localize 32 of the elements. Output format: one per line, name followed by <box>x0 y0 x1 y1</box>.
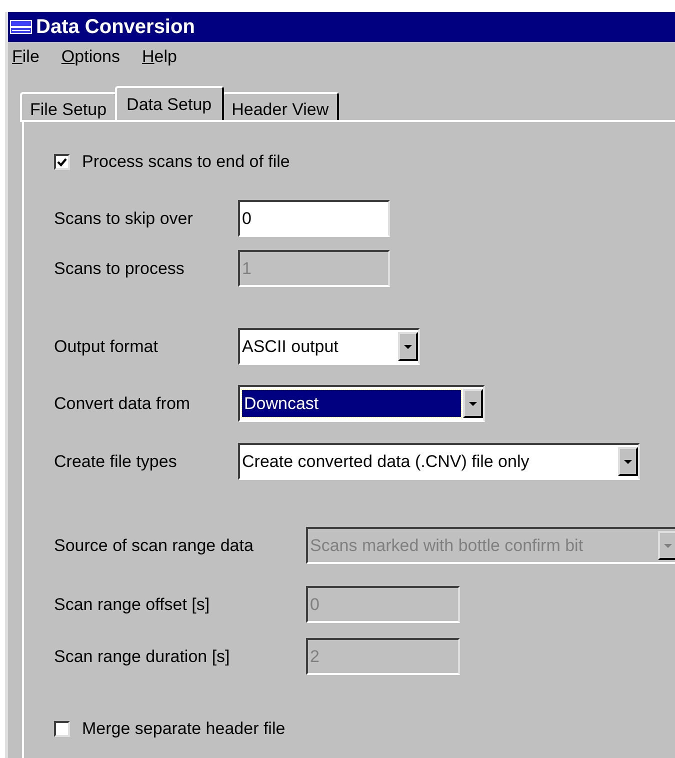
field-label: Convert data from <box>54 392 192 415</box>
checkmark-icon <box>57 158 67 166</box>
menu-item[interactable]: Help <box>142 44 177 70</box>
dropdown[interactable]: Downcast <box>238 385 485 422</box>
dropdown-button[interactable] <box>618 447 638 476</box>
dropdown[interactable]: ASCII output <box>238 328 420 365</box>
field-label: Output format <box>54 336 159 358</box>
tab[interactable]: Data Setup <box>114 86 224 120</box>
caret-icon <box>664 544 672 548</box>
checkbox[interactable] <box>54 154 70 170</box>
field-label: Scans to process <box>54 258 186 280</box>
app-icon <box>10 19 32 35</box>
menu-item[interactable]: File <box>12 44 40 70</box>
caret-icon <box>469 402 477 406</box>
field-label: Source of scan range data <box>54 534 254 557</box>
tab[interactable]: File Setup <box>20 92 117 122</box>
dropdown-button[interactable] <box>398 332 418 361</box>
field-label: Create file types <box>54 450 178 473</box>
field-label: Scan range offset [s] <box>54 594 211 616</box>
menu-item[interactable]: Options <box>61 44 120 70</box>
checkbox[interactable] <box>54 721 70 737</box>
caret-icon <box>404 344 412 348</box>
checkbox-label: Process scans to end of file <box>82 151 290 174</box>
field-label: Scan range duration [s] <box>54 646 231 668</box>
dropdown-button[interactable] <box>463 389 483 418</box>
caret-icon <box>624 460 632 464</box>
field-label: Scans to skip over <box>54 208 194 230</box>
checkbox-label: Merge separate header file <box>82 718 286 740</box>
text-field[interactable]: 0 <box>238 200 390 237</box>
dropdown[interactable]: Create converted data (.CNV) file only <box>238 443 640 480</box>
window-title: Data Conversion <box>36 17 195 37</box>
tab[interactable]: Header View <box>222 92 339 122</box>
